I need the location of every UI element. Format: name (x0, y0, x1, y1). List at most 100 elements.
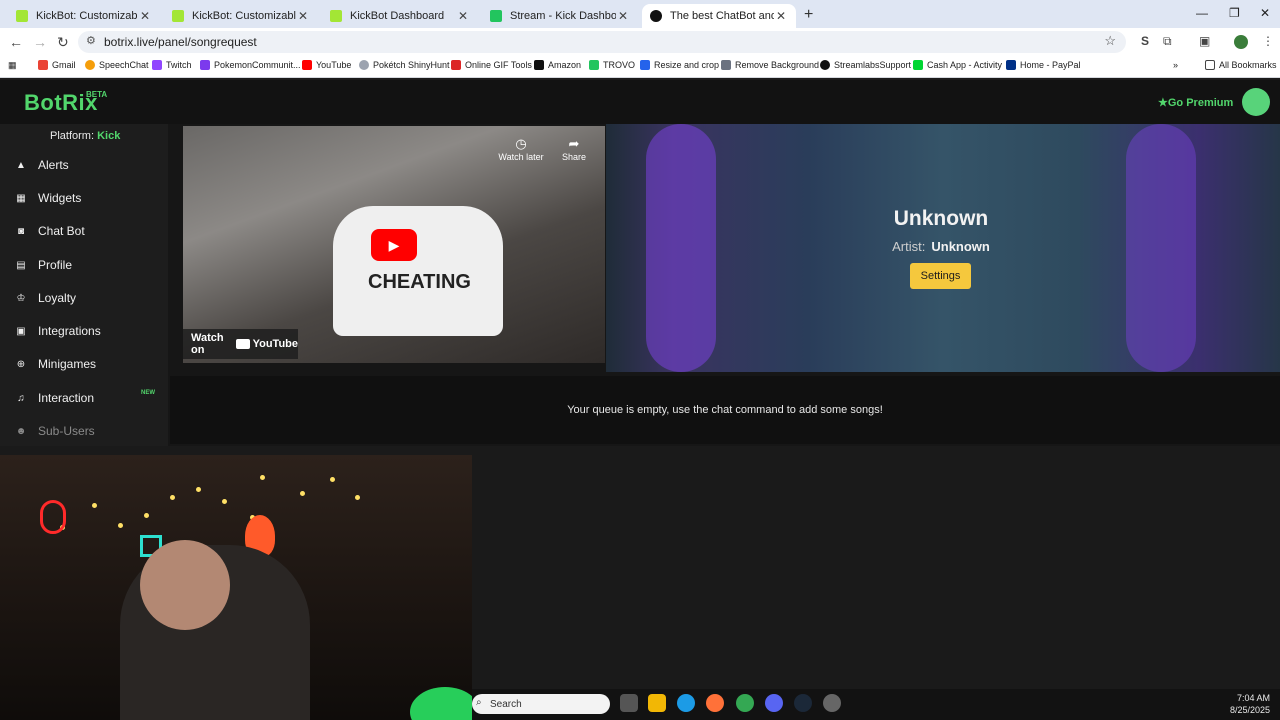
tab-title: KickBot: Customizable Chat Bot (192, 10, 296, 22)
watch-later-label: Watch later (498, 152, 544, 162)
bookmark-item[interactable]: SpeechChat (85, 60, 149, 70)
github-icon (820, 60, 830, 70)
bookmark-label: Gmail (52, 60, 76, 70)
bookmark-item[interactable]: Cash App - Activity (913, 60, 1002, 70)
edge-icon[interactable] (677, 694, 695, 712)
sidebar-item-sub-users[interactable]: ☻ Sub-Users (14, 419, 164, 443)
site-info-icon[interactable]: ⚙ (86, 34, 96, 47)
bookmark-item[interactable]: StreamlabsSupport (820, 60, 911, 70)
bookmark-item[interactable]: PokemonCommunit... (200, 60, 301, 70)
minimize-icon[interactable]: — (1196, 6, 1208, 20)
chrome-icon[interactable] (736, 694, 754, 712)
sidebar-item-minigames[interactable]: ⊕ Minigames (14, 352, 164, 376)
system-clock[interactable]: 7:04 AM 8/25/2025 (1226, 692, 1270, 716)
browser-tab-active[interactable]: The best ChatBot and Widgets ✕ (642, 4, 796, 28)
youtube-play-button[interactable]: ▶ (371, 229, 417, 261)
app-header (0, 80, 1280, 124)
bookmark-item[interactable]: Online GIF Tools (451, 60, 532, 70)
clock-icon: ◷ (515, 136, 527, 151)
bookmark-label: Home - PayPal (1020, 60, 1081, 70)
back-icon[interactable]: ← (9, 34, 23, 50)
task-view-icon[interactable] (620, 694, 638, 712)
more-menu-icon[interactable]: ⋮ (1262, 34, 1274, 48)
poketch-icon (359, 60, 369, 70)
bookmark-item[interactable]: TROVO (589, 60, 635, 70)
trovo-icon (589, 60, 599, 70)
go-premium-button[interactable]: ★Go Premium (1158, 96, 1233, 109)
close-icon[interactable]: ✕ (296, 9, 310, 23)
watch-on-label: Watch on (191, 332, 224, 356)
sidebar-item-alerts[interactable]: ▲ Alerts (14, 153, 164, 177)
share-button[interactable]: ➦ Share (558, 136, 590, 162)
gif-tools-icon (451, 60, 461, 70)
bookmark-label: Remove Background (735, 60, 820, 70)
trophy-icon: ♔ (16, 292, 26, 304)
settings-button[interactable]: Settings (910, 263, 971, 289)
window-close-icon[interactable]: ✕ (1260, 6, 1270, 20)
bookmark-star-icon[interactable]: ☆ (1104, 33, 1116, 49)
webcam-overlay (0, 455, 472, 720)
user-avatar[interactable] (1242, 88, 1270, 116)
bookmark-label: Online GIF Tools (465, 60, 532, 70)
watch-later-button[interactable]: ◷ Watch later (496, 136, 546, 162)
bookmark-item[interactable]: Amazon (534, 60, 581, 70)
bookmark-item[interactable]: Twitch (152, 60, 192, 70)
sidebar-item-widgets[interactable]: ▦ Widgets (14, 186, 164, 210)
browser-tab[interactable]: Stream - Kick Dashboard ✕ (482, 4, 638, 28)
tab-title: The best ChatBot and Widgets (670, 10, 774, 22)
sidebar-item-chat-bot[interactable]: ◙ Chat Bot (14, 219, 164, 243)
paypal-icon (1006, 60, 1016, 70)
resize-crop-icon (640, 60, 650, 70)
bookmark-item[interactable]: Home - PayPal (1006, 60, 1081, 70)
browser-tab[interactable]: KickBot Dashboard ✕ (322, 4, 478, 28)
all-bookmarks-button[interactable]: All Bookmarks (1205, 60, 1277, 70)
close-icon[interactable]: ✕ (774, 9, 788, 23)
kick-favicon-icon (172, 10, 184, 22)
file-explorer-icon[interactable] (648, 694, 666, 712)
extensions-icon[interactable]: ⧉ (1163, 34, 1172, 49)
sidebar-item-profile[interactable]: ▤ Profile (14, 253, 164, 277)
browser-tab[interactable]: KickBot: Customizable Chat Bot ✕ (164, 4, 318, 28)
bookmark-item[interactable]: YouTube (302, 60, 351, 70)
watch-on-youtube-button[interactable]: Watch on YouTube (183, 329, 298, 359)
amazon-icon (534, 60, 544, 70)
all-bookmarks-label: All Bookmarks (1219, 60, 1277, 70)
sidebar-item-label: Widgets (38, 191, 82, 205)
id-card-icon: ▤ (16, 259, 26, 271)
bookmark-item[interactable]: Pokétch ShinyHunt (359, 60, 450, 70)
bookmarks-bar: ▦ Gmail SpeechChat Twitch PokemonCommuni… (0, 56, 1280, 78)
close-icon[interactable]: ✕ (138, 9, 152, 23)
bookmark-item[interactable]: Gmail (38, 60, 76, 70)
discord-icon[interactable] (765, 694, 783, 712)
sidebar-item-label: Integrations (38, 324, 101, 338)
browser-tab[interactable]: KickBot: Customizable Chat Bot ✕ (8, 4, 160, 28)
bookmark-item[interactable]: Remove Background (721, 60, 819, 70)
profile-avatar[interactable] (1234, 35, 1248, 49)
remove-bg-icon (721, 60, 731, 70)
close-icon[interactable]: ✕ (456, 9, 470, 23)
artist-value: Unknown (931, 239, 990, 254)
browser-tab-strip: KickBot: Customizable Chat Bot ✕ KickBot… (0, 0, 1280, 28)
address-bar[interactable]: ⚙ botrix.live/panel/songrequest ☆ (78, 31, 1126, 53)
reading-list-icon[interactable]: ▣ (1199, 34, 1210, 48)
obs-icon[interactable] (823, 694, 841, 712)
forward-icon[interactable]: → (33, 34, 47, 50)
firefox-icon[interactable] (706, 694, 724, 712)
steam-icon[interactable] (794, 694, 812, 712)
bookmark-label: Pokétch ShinyHunt (373, 60, 450, 70)
tab-title: Stream - Kick Dashboard (510, 10, 616, 22)
extension-s-icon[interactable]: S (1141, 34, 1149, 48)
artist-label: Artist: (892, 239, 926, 254)
tab-title: KickBot: Customizable Chat Bot (36, 10, 138, 22)
taskbar-search[interactable]: ⌕ Search (472, 694, 610, 714)
speechchat-icon (85, 60, 95, 70)
sidebar-item-integrations[interactable]: ▣ Integrations (14, 319, 164, 343)
more-bookmarks-icon[interactable]: » (1173, 60, 1178, 70)
new-tab-button[interactable]: + (804, 6, 813, 24)
apps-grid-icon[interactable]: ▦ (8, 60, 17, 71)
close-icon[interactable]: ✕ (616, 9, 630, 23)
bookmark-item[interactable]: Resize and crop (640, 60, 719, 70)
sidebar-item-loyalty[interactable]: ♔ Loyalty (14, 286, 164, 310)
restore-icon[interactable]: ❐ (1229, 6, 1240, 20)
reload-icon[interactable]: ↻ (57, 34, 69, 51)
